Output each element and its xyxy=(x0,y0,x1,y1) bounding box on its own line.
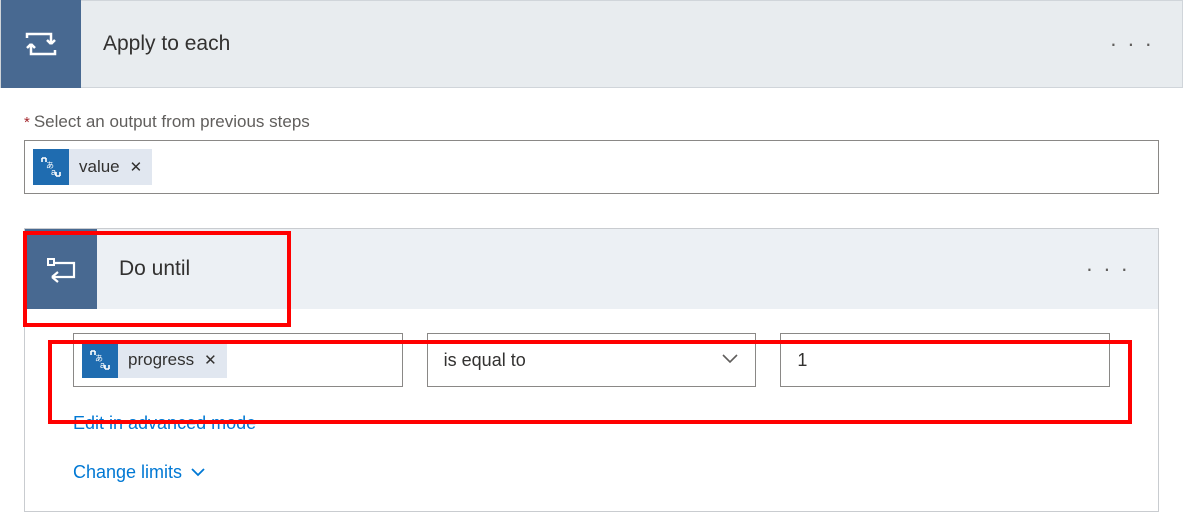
translate-icon: あ a xyxy=(82,342,118,378)
chevron-down-icon xyxy=(721,352,739,369)
condition-row: あ a progress ✕ is equal to 1 xyxy=(73,333,1110,387)
loop-icon xyxy=(1,0,81,88)
change-limits-link[interactable]: Change limits xyxy=(73,462,206,483)
apply-to-each-body: * Select an output from previous steps あ… xyxy=(0,88,1183,194)
progress-token-remove[interactable]: ✕ xyxy=(204,351,217,369)
apply-to-each-header[interactable]: Apply to each · · · xyxy=(0,0,1183,88)
edit-advanced-mode-link[interactable]: Edit in advanced mode xyxy=(73,413,256,434)
flow-editor-canvas: Apply to each · · · * Select an output f… xyxy=(0,0,1183,512)
apply-to-each-title: Apply to each xyxy=(81,32,1082,56)
svg-text:a: a xyxy=(51,167,56,177)
svg-text:a: a xyxy=(100,360,105,370)
operator-label: is equal to xyxy=(444,350,526,371)
chevron-down-icon xyxy=(190,462,206,483)
output-label-text: Select an output from previous steps xyxy=(34,112,310,132)
condition-value-text: 1 xyxy=(797,350,807,371)
value-token-text: value xyxy=(79,157,120,177)
value-token-remove[interactable]: ✕ xyxy=(130,158,143,176)
condition-left-input[interactable]: あ a progress ✕ xyxy=(73,333,403,387)
output-field-label: * Select an output from previous steps xyxy=(24,112,1159,132)
condition-operator-select[interactable]: is equal to xyxy=(427,333,757,387)
edit-advanced-label: Edit in advanced mode xyxy=(73,413,256,434)
value-token[interactable]: あ a value ✕ xyxy=(33,149,152,185)
condition-value-input[interactable]: 1 xyxy=(780,333,1110,387)
required-asterisk: * xyxy=(24,114,30,131)
do-until-menu[interactable]: · · · xyxy=(1058,256,1158,282)
do-until-icon xyxy=(25,229,97,309)
apply-to-each-menu[interactable]: · · · xyxy=(1082,31,1182,57)
do-until-body: あ a progress ✕ is equal to 1 xyxy=(25,309,1158,483)
do-until-header[interactable]: Do until · · · xyxy=(25,229,1158,309)
progress-token-text: progress xyxy=(128,350,194,370)
do-until-action: Do until · · · あ a pro xyxy=(24,228,1159,512)
translate-icon: あ a xyxy=(33,149,69,185)
progress-token[interactable]: あ a progress ✕ xyxy=(82,342,227,378)
change-limits-label: Change limits xyxy=(73,462,182,483)
do-until-title: Do until xyxy=(97,257,1058,281)
output-from-previous-input[interactable]: あ a value ✕ xyxy=(24,140,1159,194)
